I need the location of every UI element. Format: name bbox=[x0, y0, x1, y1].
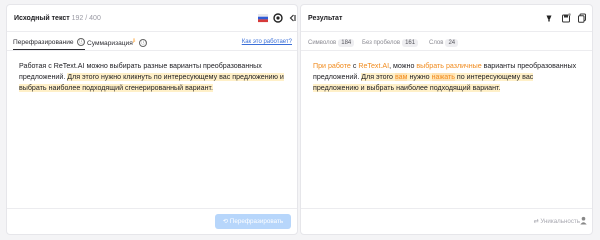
rephrase-button[interactable]: ⟲ Перефразировать bbox=[215, 214, 291, 229]
source-text[interactable]: Работая с ReText.AI можно выбирать разны… bbox=[19, 61, 285, 94]
changed-word[interactable]: вам bbox=[394, 73, 408, 81]
result-title: Результат bbox=[308, 15, 343, 22]
source-title: Исходный текст 192 / 400 bbox=[14, 15, 101, 22]
changed-word[interactable]: выбрать различные bbox=[416, 62, 481, 70]
stat-no-spaces: Без пробелов 161 bbox=[362, 39, 419, 47]
how-it-works-link[interactable]: Как это работает? bbox=[242, 39, 292, 45]
result-footer: ⇄ Уникальность bbox=[301, 208, 592, 234]
tab-rephrase[interactable]: Перефразирование ⓘ bbox=[13, 38, 86, 50]
info-icon[interactable]: ⓘ bbox=[77, 38, 86, 46]
collapse-icon[interactable] bbox=[287, 13, 297, 23]
changed-word[interactable]: ReText.AI bbox=[358, 62, 389, 70]
changed-word[interactable]: нажать bbox=[431, 73, 455, 81]
changed-word[interactable]: При работе bbox=[313, 62, 351, 70]
stat-words: Слов 24 bbox=[429, 39, 459, 47]
result-panel: Результат Символов 184 Без пробелов 161 Сл… bbox=[300, 4, 593, 235]
result-stats: Символов 184 Без пробелов 161 Слов 24 bbox=[301, 33, 592, 51]
source-panel: Исходный текст 192 / 400 Перефразировани… bbox=[6, 4, 298, 235]
tab-summarize[interactable]: Суммаризацияβ ⓘ bbox=[87, 38, 148, 48]
result-header: Результат bbox=[301, 5, 592, 32]
stat-chars: Символов 184 bbox=[308, 39, 355, 47]
copy-icon[interactable] bbox=[577, 13, 587, 23]
person-icon[interactable] bbox=[579, 216, 588, 225]
beta-badge: β bbox=[132, 38, 136, 43]
result-text[interactable]: При работе с ReText.AI, можно выбрать ра… bbox=[313, 61, 580, 94]
mode-tabs: Перефразирование ⓘ Суммаризацияβ ⓘ Как э… bbox=[7, 33, 297, 51]
source-header: Исходный текст 192 / 400 bbox=[7, 5, 297, 32]
download-icon[interactable] bbox=[544, 13, 554, 23]
char-counter: 192 / 400 bbox=[71, 15, 101, 22]
save-icon[interactable] bbox=[561, 13, 571, 23]
info-icon[interactable]: ⓘ bbox=[139, 39, 148, 48]
source-footer: ⟲ Перефразировать bbox=[7, 208, 297, 234]
russian-flag-icon[interactable] bbox=[258, 13, 268, 23]
uniqueness-button[interactable]: ⇄ Уникальность bbox=[533, 218, 580, 225]
settings-icon[interactable] bbox=[273, 13, 283, 23]
